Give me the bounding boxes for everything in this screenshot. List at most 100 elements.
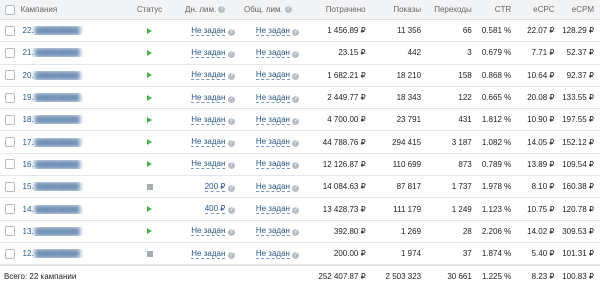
help-icon[interactable]: ? <box>227 73 235 81</box>
help-icon[interactable]: ? <box>292 162 300 170</box>
row-checkbox[interactable] <box>5 47 16 58</box>
col-ctr[interactable]: CTR <box>476 5 516 14</box>
help-icon[interactable]: ? <box>227 140 235 148</box>
select-all-checkbox[interactable] <box>5 4 16 15</box>
daily-limit-cell[interactable]: Не задан ? <box>176 159 237 170</box>
status-cell[interactable] <box>123 49 175 56</box>
row-select-cell[interactable] <box>0 70 21 81</box>
campaign-name-blurred[interactable]: ████████ <box>35 227 80 236</box>
help-icon[interactable]: ? <box>227 117 235 125</box>
row-checkbox[interactable] <box>5 137 16 148</box>
help-icon[interactable]: ? <box>292 229 300 237</box>
daily-limit-link[interactable]: Не задан <box>191 47 226 58</box>
row-select-cell[interactable] <box>0 47 21 58</box>
total-limit-cell[interactable]: Не задан ? <box>237 70 302 81</box>
daily-limit-link[interactable]: Не задан <box>191 159 226 170</box>
campaign-name-blurred[interactable]: ████████ <box>35 249 80 258</box>
campaign-name-blurred[interactable]: ████████ <box>35 71 80 80</box>
total-limit-cell[interactable]: Не задан ? <box>237 204 302 215</box>
total-limit-link[interactable]: Не задан <box>255 181 290 192</box>
daily-limit-link[interactable]: 200 ₽ <box>204 181 226 192</box>
play-icon[interactable] <box>147 116 153 123</box>
campaign-number[interactable]: 16. <box>23 160 34 169</box>
row-select-cell[interactable] <box>0 137 21 148</box>
col-ecpc[interactable]: eCPC <box>515 5 558 14</box>
status-cell[interactable] <box>123 250 175 257</box>
status-cell[interactable] <box>123 206 175 213</box>
campaign-name-blurred[interactable]: ████████ <box>35 93 80 102</box>
campaign-number[interactable]: 14. <box>23 205 34 214</box>
stop-icon[interactable] <box>146 183 153 190</box>
row-checkbox[interactable] <box>5 114 16 125</box>
col-ecpm[interactable]: eCPM <box>559 5 600 14</box>
help-icon[interactable]: ? <box>284 6 292 13</box>
daily-limit-cell[interactable]: 200 ₽ ? <box>176 181 237 192</box>
col-status[interactable]: Статус <box>123 5 175 14</box>
status-cell[interactable] <box>123 139 175 146</box>
daily-limit-cell[interactable]: Не задан ? <box>176 114 237 125</box>
total-limit-link[interactable]: Не задан <box>255 70 290 81</box>
select-all-cell[interactable] <box>0 4 21 15</box>
campaign-name[interactable]: 14.████████ <box>21 205 124 214</box>
daily-limit-cell[interactable]: Не задан ? <box>176 92 237 103</box>
campaign-name-blurred[interactable]: ████████ <box>35 160 80 169</box>
row-checkbox[interactable] <box>5 181 16 192</box>
campaign-name-blurred[interactable]: ████████ <box>35 48 80 57</box>
daily-limit-cell[interactable]: Не задан ? <box>176 248 237 259</box>
help-icon[interactable]: ? <box>292 50 300 58</box>
total-limit-link[interactable]: Не задан <box>255 204 290 215</box>
help-icon[interactable]: ? <box>292 95 300 103</box>
help-icon[interactable]: ? <box>292 184 300 192</box>
campaign-number[interactable]: 19. <box>23 93 34 102</box>
total-limit-cell[interactable]: Не задан ? <box>237 137 302 148</box>
daily-limit-link[interactable]: 400 ₽ <box>204 204 226 215</box>
col-total-limit[interactable]: Общ. лим.? <box>237 5 302 14</box>
daily-limit-link[interactable]: Не задан <box>191 25 226 36</box>
col-spent[interactable]: Потрачено <box>301 5 369 14</box>
play-icon[interactable] <box>147 49 153 56</box>
help-icon[interactable]: ? <box>227 162 235 170</box>
campaign-name-blurred[interactable]: ████████ <box>35 205 80 214</box>
campaign-name-blurred[interactable]: ████████ <box>35 182 80 191</box>
row-select-cell[interactable] <box>0 204 21 215</box>
help-icon[interactable]: ? <box>227 184 235 192</box>
campaign-name[interactable]: 22.████████ <box>21 26 124 35</box>
total-limit-cell[interactable]: Не задан ? <box>237 92 302 103</box>
campaign-number[interactable]: 12. <box>23 249 34 258</box>
campaign-name[interactable]: 17.████████ <box>21 138 124 147</box>
campaign-number[interactable]: 17. <box>23 138 34 147</box>
help-icon[interactable]: ? <box>292 207 300 215</box>
campaign-name[interactable]: 13.████████ <box>21 227 124 236</box>
total-limit-cell[interactable]: Не задан ? <box>237 248 302 259</box>
total-limit-cell[interactable]: Не задан ? <box>237 47 302 58</box>
help-icon[interactable]: ? <box>227 207 235 215</box>
daily-limit-cell[interactable]: Не задан ? <box>176 25 237 36</box>
total-limit-link[interactable]: Не задан <box>255 92 290 103</box>
row-select-cell[interactable] <box>0 159 21 170</box>
campaign-name-blurred[interactable]: ████████ <box>35 138 80 147</box>
play-icon[interactable] <box>147 94 153 101</box>
campaign-name[interactable]: 20.████████ <box>21 71 124 80</box>
status-cell[interactable] <box>123 94 175 101</box>
stop-icon[interactable] <box>146 250 153 257</box>
daily-limit-link[interactable]: Не задан <box>191 248 226 259</box>
status-cell[interactable] <box>123 27 175 34</box>
total-limit-cell[interactable]: Не задан ? <box>237 159 302 170</box>
total-limit-link[interactable]: Не задан <box>255 47 290 58</box>
play-icon[interactable] <box>147 139 153 146</box>
total-limit-link[interactable]: Не задан <box>255 25 290 36</box>
row-checkbox[interactable] <box>5 159 16 170</box>
play-icon[interactable] <box>147 72 153 79</box>
help-icon[interactable]: ? <box>292 117 300 125</box>
help-icon[interactable]: ? <box>292 251 300 259</box>
status-cell[interactable] <box>123 116 175 123</box>
row-select-cell[interactable] <box>0 25 21 36</box>
help-icon[interactable]: ? <box>227 50 235 58</box>
daily-limit-cell[interactable]: 400 ₽ ? <box>176 204 237 215</box>
help-icon[interactable]: ? <box>218 6 226 13</box>
row-select-cell[interactable] <box>0 226 21 237</box>
campaign-number[interactable]: 20. <box>23 71 34 80</box>
campaign-name[interactable]: 16.████████ <box>21 160 124 169</box>
total-limit-cell[interactable]: Не задан ? <box>237 181 302 192</box>
daily-limit-link[interactable]: Не задан <box>191 226 226 237</box>
